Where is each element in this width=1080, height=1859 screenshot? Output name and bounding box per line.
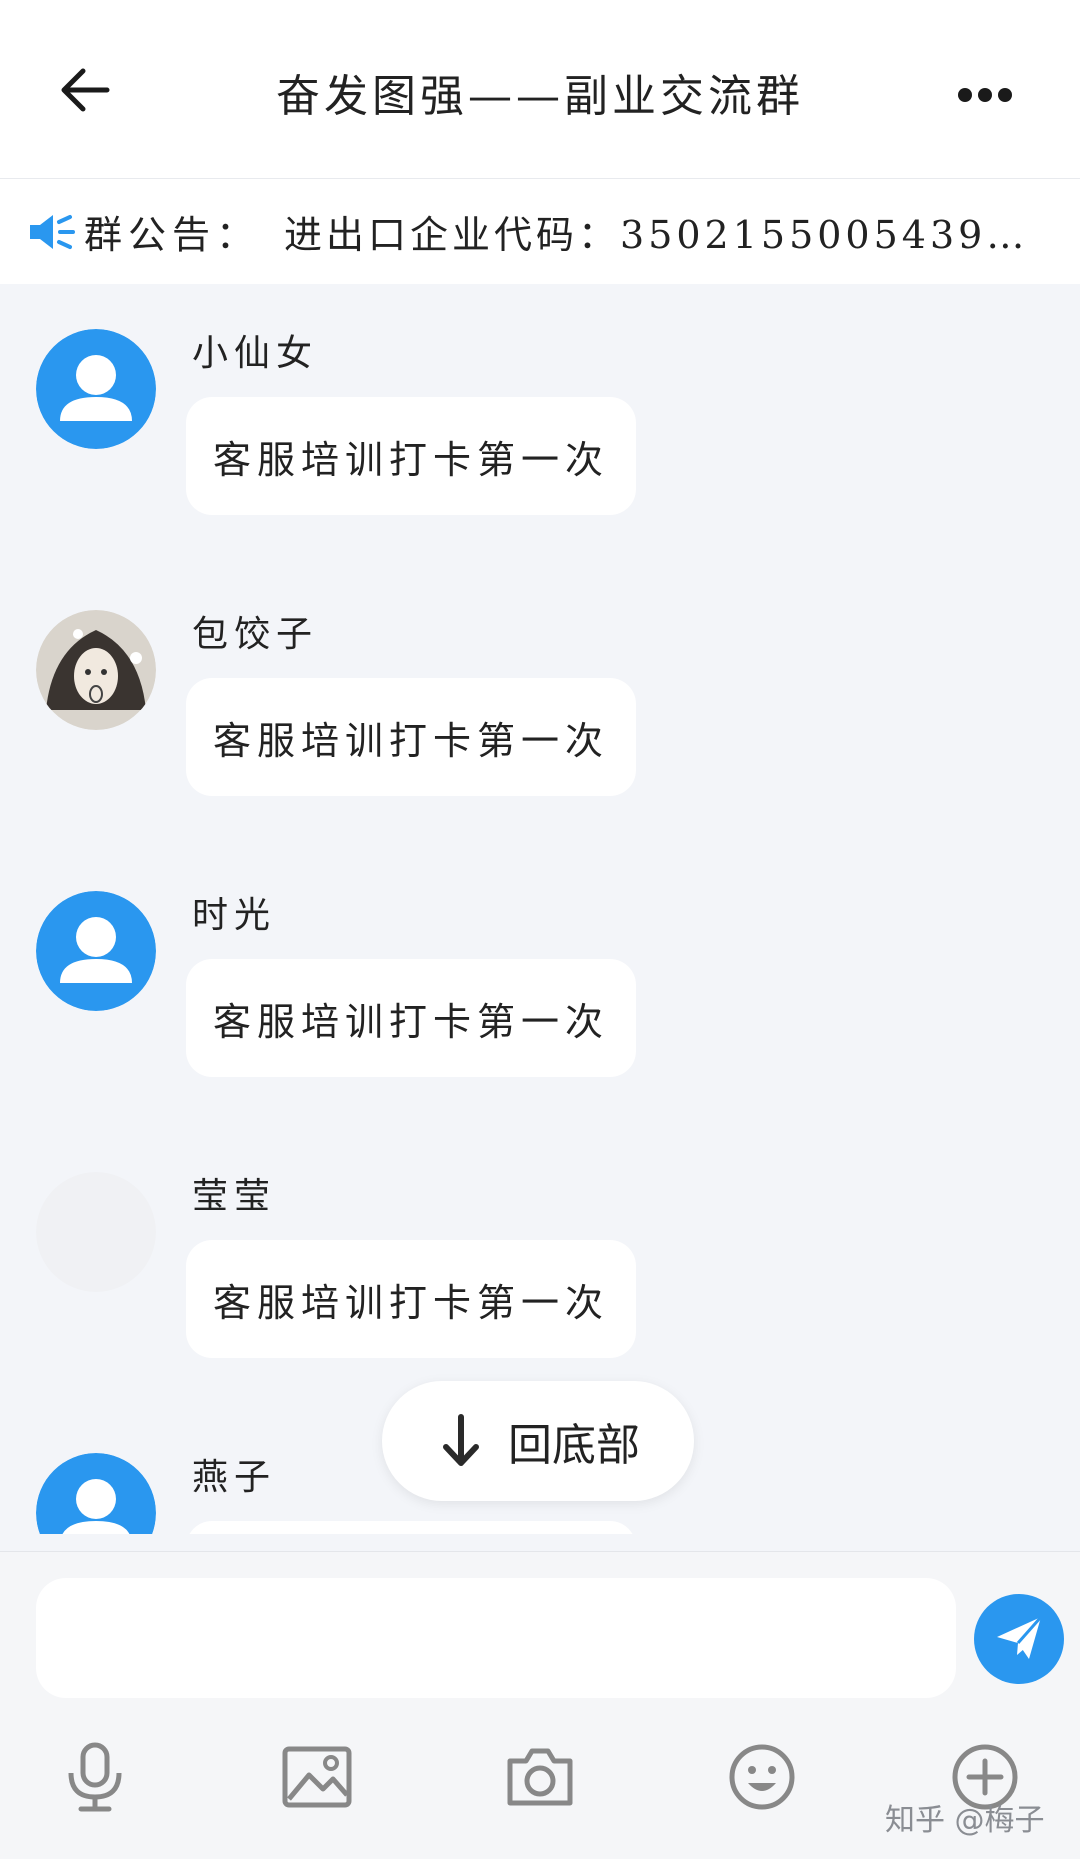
message-item: 莹莹 客服培训打卡第一次	[0, 1127, 1080, 1367]
message-bubble[interactable]: 客服培训打卡第一次	[186, 1240, 636, 1358]
speaker-icon	[30, 214, 75, 249]
message-bubble[interactable]: 客服培训打卡第一次	[186, 678, 636, 796]
avatar[interactable]	[36, 1453, 156, 1534]
emoji-icon	[729, 1744, 795, 1810]
message-input[interactable]	[36, 1578, 956, 1698]
message-item: 小仙女 客服培训打卡第一次	[0, 284, 1080, 524]
announcement-text: 进出口企业代码：3502155005439华创(··	[284, 213, 1055, 257]
user-avatar-icon	[36, 891, 156, 1011]
arrow-down-icon	[443, 1414, 479, 1466]
microphone-icon	[68, 1742, 122, 1812]
message-bubble[interactable]: 客服培训打卡第一次	[186, 959, 636, 1077]
message-item: 包饺子 客服培训打卡第一次	[0, 565, 1080, 805]
faded-avatar-icon	[36, 1172, 156, 1292]
voice-button[interactable]	[55, 1737, 135, 1817]
user-avatar-icon	[36, 329, 156, 449]
chat-title: 奋发图强——副业交流群	[276, 71, 804, 122]
camera-icon	[507, 1748, 573, 1806]
sender-name: 小仙女	[192, 333, 319, 374]
scroll-to-bottom-button[interactable]: 回底部	[382, 1381, 694, 1501]
emoji-button[interactable]	[722, 1737, 802, 1817]
scroll-to-bottom-label: 回底部	[508, 1420, 640, 1471]
paper-plane-icon	[997, 1616, 1043, 1659]
back-button[interactable]	[50, 55, 120, 125]
arrow-left-icon	[61, 68, 110, 112]
message-bubble[interactable]	[186, 1521, 636, 1534]
image-button[interactable]	[277, 1737, 357, 1817]
image-icon	[282, 1746, 352, 1808]
avatar[interactable]	[36, 891, 156, 1011]
watermark: 知乎 @梅子	[885, 1803, 1045, 1838]
top-bar: 奋发图强——副业交流群	[0, 0, 1080, 179]
group-announcement[interactable]: 群公告： 进出口企业代码：3502155005439华创(··	[0, 179, 1080, 284]
avatar[interactable]	[36, 329, 156, 449]
camera-button[interactable]	[500, 1737, 580, 1817]
send-button[interactable]	[974, 1594, 1064, 1684]
announcement-label: 群公告：	[84, 213, 261, 257]
more-dots-icon	[958, 88, 1012, 102]
sender-name: 莹莹	[192, 1176, 277, 1217]
user-avatar-icon	[36, 1453, 156, 1534]
message-list[interactable]: 小仙女 客服培训打卡第一次 包饺子 客服培训打卡第一次 时光 客服培训打卡第一次…	[0, 284, 1080, 1534]
more-button[interactable]	[950, 70, 1020, 120]
avatar[interactable]	[36, 610, 156, 730]
avatar[interactable]	[36, 1172, 156, 1292]
illustrated-avatar-icon	[36, 610, 156, 730]
sender-name: 燕子	[192, 1457, 277, 1498]
sender-name: 包饺子	[192, 614, 319, 655]
message-item: 时光 客服培训打卡第一次	[0, 846, 1080, 1086]
sender-name: 时光	[192, 895, 277, 936]
message-bubble[interactable]: 客服培训打卡第一次	[186, 397, 636, 515]
